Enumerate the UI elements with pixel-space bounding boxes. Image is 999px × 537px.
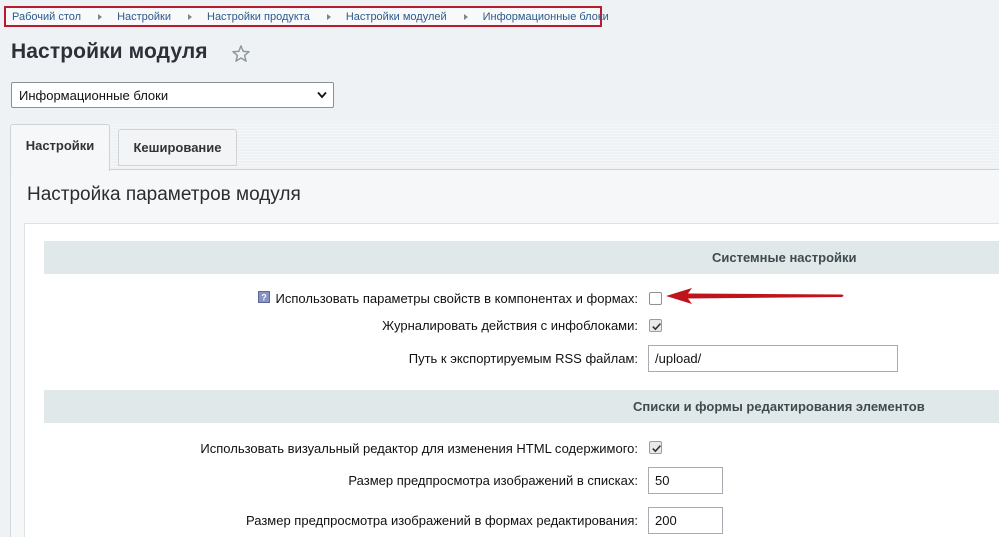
- preview-list-input[interactable]: 50: [648, 467, 723, 494]
- tab-caching-label: Кеширование: [133, 140, 222, 155]
- page-title: Настройки модуля: [11, 40, 208, 63]
- rss-path-input[interactable]: /upload/: [648, 345, 898, 372]
- breadcrumb-separator-icon: [98, 13, 103, 20]
- section-title: Настройка параметров модуля: [27, 184, 301, 205]
- tab-caching[interactable]: Кеширование: [118, 129, 237, 166]
- arrow-annotation-icon: [666, 288, 844, 304]
- preview-list-label: Размер предпросмотра изображений в списк…: [348, 473, 638, 488]
- check-icon: [652, 445, 661, 453]
- tab-settings[interactable]: Настройки: [10, 124, 110, 171]
- breadcrumb-separator-icon: [188, 13, 192, 20]
- log-actions-label: Журналировать действия с инфоблоками:: [382, 318, 638, 333]
- group-title-lists: Списки и формы редактирования элементов: [633, 399, 925, 414]
- breadcrumb-item-settings[interactable]: Настройки: [117, 11, 171, 23]
- chevron-down-icon: [317, 91, 327, 99]
- breadcrumb-item-module-settings[interactable]: Настройки модулей: [346, 11, 447, 23]
- group-header-system: Системные настройки: [44, 241, 999, 274]
- module-select[interactable]: Информационные блоки: [11, 82, 334, 108]
- preview-form-input[interactable]: 200: [648, 507, 723, 534]
- breadcrumb-item-desktop[interactable]: Рабочий стол: [12, 11, 81, 23]
- check-icon: [652, 323, 661, 331]
- breadcrumb-item-product-settings[interactable]: Настройки продукта: [207, 11, 310, 23]
- tab-settings-label: Настройки: [25, 137, 95, 153]
- svg-text:?: ?: [261, 293, 267, 303]
- visual-editor-checkbox[interactable]: [649, 441, 662, 454]
- breadcrumb: Рабочий стол Настройки Настройки продукт…: [4, 6, 609, 27]
- visual-editor-label: Использовать визуальный редактор для изм…: [200, 441, 638, 456]
- help-icon[interactable]: ?: [258, 291, 270, 303]
- use-property-params-checkbox[interactable]: [649, 292, 662, 305]
- breadcrumb-separator-icon: [463, 13, 468, 20]
- module-select-value: Информационные блоки: [19, 87, 169, 103]
- group-header-lists: Списки и формы редактирования элементов: [44, 390, 999, 423]
- rss-path-label: Путь к экспортируемым RSS файлам:: [408, 351, 638, 366]
- star-icon[interactable]: [230, 43, 252, 65]
- log-actions-checkbox[interactable]: [649, 319, 662, 332]
- group-title-system: Системные настройки: [712, 250, 857, 265]
- breadcrumb-item-iblocks[interactable]: Информационные блоки: [483, 11, 609, 23]
- breadcrumb-separator-icon: [326, 13, 331, 20]
- use-property-params-label: Использовать параметры свойств в компоне…: [275, 291, 638, 306]
- preview-form-label: Размер предпросмотра изображений в форма…: [246, 513, 638, 528]
